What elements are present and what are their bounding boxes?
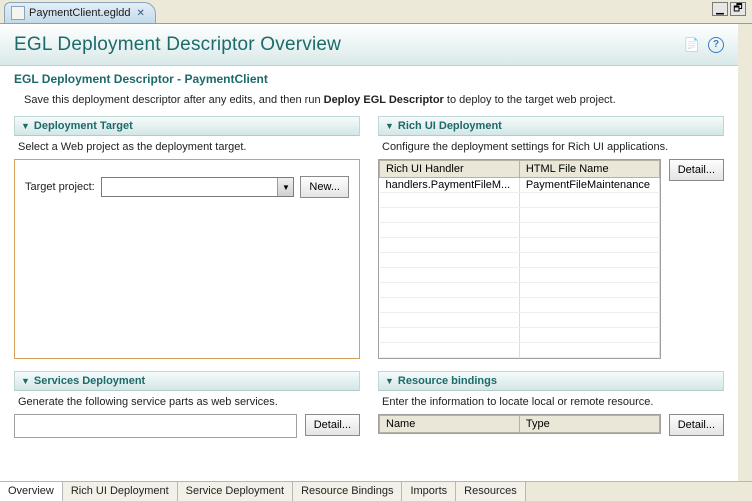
table-row[interactable] [380, 253, 660, 268]
export-icon[interactable]: 📄 [684, 37, 700, 53]
table-row[interactable] [380, 208, 660, 223]
close-icon[interactable]: ✕ [137, 8, 145, 19]
bindings-table[interactable]: NameType [378, 414, 661, 434]
table-row[interactable] [380, 313, 660, 328]
scrollbar-thumb[interactable] [739, 40, 751, 126]
tab-resource-bindings[interactable]: Resource Bindings [293, 482, 402, 501]
target-project-label: Target project: [25, 181, 95, 193]
resource-bindings-section: ▼ Resource bindings Enter the informatio… [378, 371, 724, 436]
bindings-title: Resource bindings [398, 375, 497, 387]
column-header[interactable]: HTML File Name [519, 161, 659, 178]
column-header[interactable]: Name [380, 416, 520, 433]
deployment-target-section: ▼ Deployment Target Select a Web project… [14, 116, 360, 359]
sub-desc-bold: Deploy EGL Descriptor [324, 94, 444, 106]
twistie-icon[interactable]: ▼ [385, 121, 394, 131]
help-icon[interactable]: ? [708, 37, 724, 53]
scroll-down-icon[interactable]: ▼ [738, 467, 752, 481]
services-desc: Generate the following service parts as … [14, 391, 360, 414]
table-row[interactable] [380, 283, 660, 298]
vertical-scrollbar[interactable]: ▲ ▼ [738, 24, 752, 481]
sub-desc-after: to deploy to the target web project. [444, 94, 616, 106]
services-deployment-section: ▼ Services Deployment Generate the follo… [14, 371, 360, 438]
twistie-icon[interactable]: ▼ [21, 121, 30, 131]
deployment-target-title: Deployment Target [34, 120, 133, 132]
rich-ui-desc: Configure the deployment settings for Ri… [378, 136, 724, 159]
twistie-icon[interactable]: ▼ [21, 376, 30, 386]
page-title: EGL Deployment Descriptor Overview [14, 34, 341, 56]
tab-imports[interactable]: Imports [402, 482, 456, 501]
table-row[interactable] [380, 298, 660, 313]
bottom-tab-bar: OverviewRich UI DeploymentService Deploy… [0, 481, 752, 501]
table-row[interactable] [380, 343, 660, 358]
twistie-icon[interactable]: ▼ [385, 376, 394, 386]
column-header[interactable]: Rich UI Handler [380, 161, 520, 178]
tab-service-deployment[interactable]: Service Deployment [178, 482, 293, 501]
table-row[interactable]: handlers.PaymentFileM...PaymentFileMaint… [380, 178, 660, 193]
tab-resources[interactable]: Resources [456, 482, 526, 501]
minimize-button[interactable]: ▁ [712, 2, 728, 16]
services-title: Services Deployment [34, 375, 145, 387]
target-project-dropdown[interactable]: ▼ [101, 177, 295, 197]
column-header[interactable]: Type [519, 416, 659, 433]
editor-tab-strip: PaymentClient.egldd ✕ [0, 0, 752, 24]
sub-desc-before: Save this deployment descriptor after an… [24, 94, 324, 106]
rich-ui-title: Rich UI Deployment [398, 120, 502, 132]
egldd-file-icon [11, 6, 25, 20]
table-row[interactable] [380, 193, 660, 208]
table-row[interactable] [380, 238, 660, 253]
services-table[interactable] [14, 414, 297, 438]
bindings-detail-button[interactable]: Detail... [669, 414, 724, 436]
header-banner: EGL Deployment Descriptor Overview 📄 ? [0, 24, 738, 66]
rich-ui-section: ▼ Rich UI Deployment Configure the deplo… [378, 116, 724, 359]
tab-rich-ui-deployment[interactable]: Rich UI Deployment [63, 482, 178, 501]
sub-description: Save this deployment descriptor after an… [0, 90, 738, 116]
table-row[interactable] [380, 328, 660, 343]
new-project-button[interactable]: New... [300, 176, 349, 198]
scroll-up-icon[interactable]: ▲ [738, 24, 752, 38]
services-detail-button[interactable]: Detail... [305, 414, 360, 436]
maximize-button[interactable]: 🗗 [730, 2, 746, 16]
tab-overview[interactable]: Overview [0, 482, 63, 501]
editor-body: EGL Deployment Descriptor Overview 📄 ? E… [0, 24, 752, 481]
deployment-target-desc: Select a Web project as the deployment t… [14, 136, 360, 159]
chevron-down-icon[interactable]: ▼ [277, 178, 293, 196]
table-row[interactable] [380, 223, 660, 238]
file-tab[interactable]: PaymentClient.egldd ✕ [4, 2, 156, 23]
rich-ui-detail-button[interactable]: Detail... [669, 159, 724, 181]
table-row[interactable] [380, 268, 660, 283]
rich-ui-table[interactable]: Rich UI HandlerHTML File Namehandlers.Pa… [378, 159, 661, 359]
bindings-desc: Enter the information to locate local or… [378, 391, 724, 414]
file-tab-label: PaymentClient.egldd [29, 7, 131, 19]
sub-header: EGL Deployment Descriptor - PaymentClien… [0, 66, 738, 90]
